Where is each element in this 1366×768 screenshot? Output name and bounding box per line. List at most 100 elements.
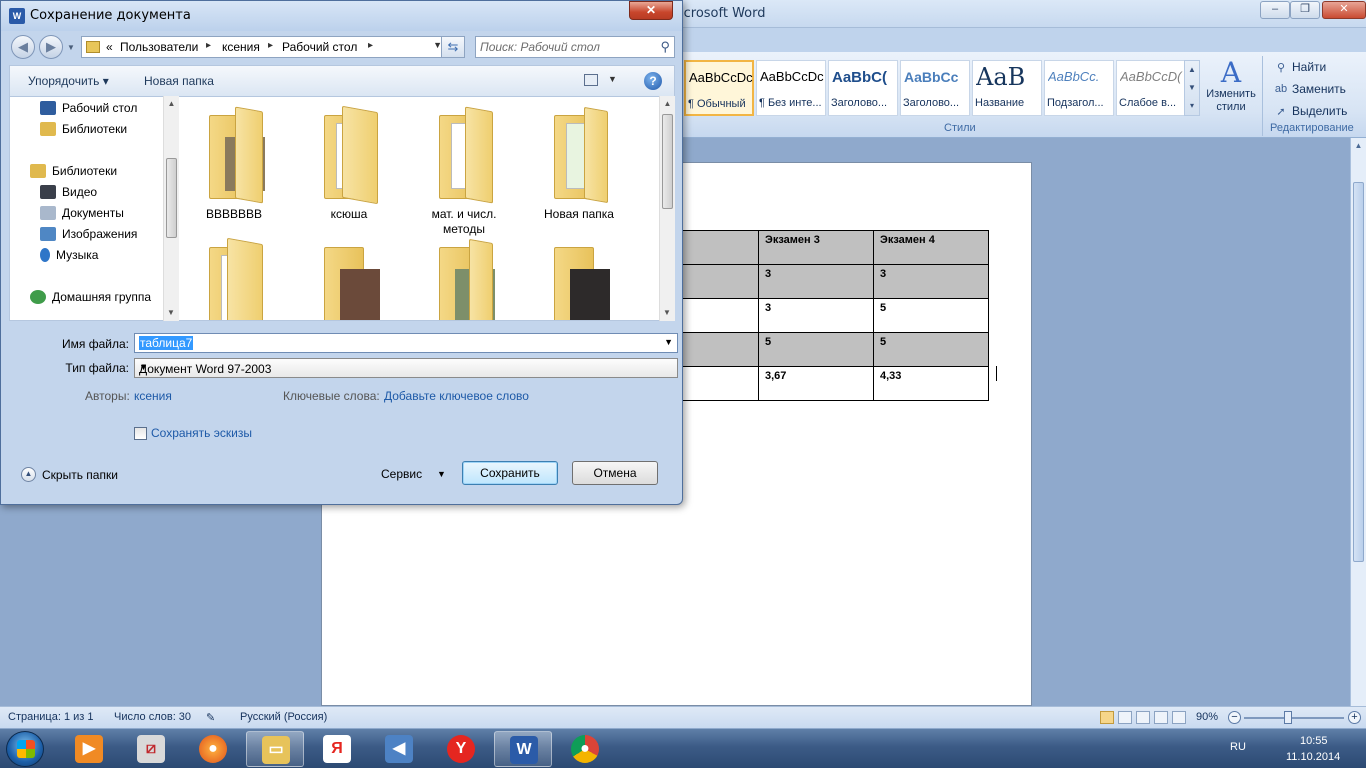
spellcheck-icon[interactable]: ✎ <box>206 711 215 724</box>
filename-field[interactable]: таблица7 ▼ <box>134 333 678 353</box>
folder-item[interactable]: BBBBBBB <box>179 101 289 241</box>
style-item-heading2[interactable]: AaBbCc Заголово... <box>900 60 970 116</box>
draft-view-icon[interactable] <box>1172 711 1186 724</box>
taskbar-app-red[interactable]: ⧄ <box>122 731 180 767</box>
back-button[interactable]: ◀ <box>11 35 35 59</box>
taskbar-word[interactable]: W <box>494 731 552 767</box>
breadcrumb-chevron-icon[interactable]: ▸ <box>268 40 273 51</box>
file-pane-scrollbar[interactable]: ▲ ▼ <box>659 96 675 321</box>
find-button[interactable]: ⚲ Найти <box>1266 56 1366 78</box>
table-cell[interactable]: 3 <box>758 298 874 333</box>
folder-item[interactable] <box>409 233 519 320</box>
replace-button[interactable]: ab Заменить <box>1266 78 1366 100</box>
print-layout-view-icon[interactable] <box>1100 711 1114 724</box>
folder-item[interactable] <box>524 233 634 320</box>
taskbar-sound[interactable]: ◀ <box>370 731 428 767</box>
styles-gallery-scroll[interactable]: ▲ ▼ ▾ <box>1184 60 1200 116</box>
breadcrumb-kseniya[interactable]: ксения <box>222 40 260 54</box>
outline-view-icon[interactable] <box>1154 711 1168 724</box>
change-styles-button[interactable]: A Изменить стили <box>1202 58 1260 122</box>
table-cell[interactable]: 5 <box>873 298 989 333</box>
nav-item-video[interactable]: Видео <box>40 183 97 201</box>
table-cell[interactable]: 5 <box>758 332 874 367</box>
style-item-subtle-emphasis[interactable]: AaBbCcD( Слабое в... <box>1116 60 1186 116</box>
taskbar-explorer[interactable]: ▭ <box>246 731 304 767</box>
scroll-up-icon[interactable]: ▲ <box>1351 138 1366 154</box>
save-thumbnails-checkbox[interactable] <box>134 427 147 440</box>
select-button[interactable]: ➚ Выделить <box>1266 100 1366 122</box>
zoom-slider-knob[interactable] <box>1284 711 1292 724</box>
word-minimize-button[interactable]: – <box>1260 1 1290 19</box>
taskbar-yandex[interactable]: Y <box>432 731 490 767</box>
breadcrumb-chevron-icon[interactable]: ▸ <box>206 40 211 51</box>
breadcrumb-desktop[interactable]: Рабочий стол <box>282 40 357 54</box>
vertical-scrollbar[interactable]: ▲ <box>1350 138 1366 706</box>
refresh-button[interactable]: ⇆ <box>441 36 465 58</box>
hide-folders-button[interactable]: ▲ Скрыть папки <box>21 467 118 482</box>
dialog-titlebar[interactable]: W Сохранение документа ✕ <box>1 1 682 31</box>
style-item-normal[interactable]: AaBbCcDc ¶ Обычный <box>684 60 754 116</box>
word-maximize-button[interactable]: ❐ <box>1290 1 1320 19</box>
clock-time[interactable]: 10:55 <box>1300 735 1328 747</box>
scroll-down-icon[interactable]: ▼ <box>660 305 674 321</box>
navigation-scrollbar[interactable]: ▲ ▼ <box>163 96 179 321</box>
clock-date[interactable]: 11.10.2014 <box>1286 751 1340 763</box>
nav-item-desktop[interactable]: Рабочий стол <box>40 99 137 117</box>
breadcrumb-overflow[interactable]: « <box>106 40 113 54</box>
tools-dropdown-icon[interactable]: ▼ <box>437 469 446 479</box>
search-icon[interactable]: ⚲ <box>660 39 670 55</box>
word-close-button[interactable]: ✕ <box>1322 1 1366 19</box>
search-box[interactable]: ⚲ <box>475 36 675 58</box>
gallery-down-icon[interactable]: ▼ <box>1185 79 1199 97</box>
folder-item[interactable] <box>179 233 289 320</box>
taskbar-media-player[interactable]: ▶ <box>60 731 118 767</box>
keywords-value[interactable]: Добавьте ключевое слово <box>384 389 529 403</box>
reading-view-icon[interactable] <box>1118 711 1132 724</box>
table-cell[interactable]: 3 <box>758 264 874 299</box>
start-button[interactable] <box>6 731 44 767</box>
tools-button[interactable]: Сервис <box>381 467 422 481</box>
zoom-slider[interactable] <box>1244 717 1344 719</box>
gallery-more-icon[interactable]: ▾ <box>1185 97 1199 115</box>
cancel-button[interactable]: Отмена <box>572 461 658 485</box>
filetype-select[interactable]: Документ Word 97-2003 ▼ <box>134 358 678 378</box>
folder-item[interactable]: Новая папка <box>524 101 634 241</box>
authors-value[interactable]: ксения <box>134 389 172 403</box>
table-cell[interactable]: 3 <box>873 264 989 299</box>
dialog-close-button[interactable]: ✕ <box>629 1 673 20</box>
scroll-thumb[interactable] <box>662 114 673 209</box>
address-bar[interactable]: « Пользователи ▸ ксения ▸ Рабочий стол ▸… <box>81 36 447 58</box>
nav-item-music[interactable]: Музыка <box>40 246 98 264</box>
style-item-title[interactable]: AaB Название <box>972 60 1042 116</box>
search-input[interactable] <box>480 39 652 55</box>
breadcrumb-chevron-icon[interactable]: ▸ <box>368 40 373 51</box>
table-cell[interactable]: Экзамен 4 <box>873 230 989 265</box>
nav-item-documents[interactable]: Документы <box>40 204 124 222</box>
table-cell[interactable]: 5 <box>873 332 989 367</box>
scroll-up-icon[interactable]: ▲ <box>164 96 179 112</box>
scroll-down-icon[interactable]: ▼ <box>164 305 178 321</box>
taskbar-yandex-browser[interactable]: Я <box>308 731 366 767</box>
zoom-in-icon[interactable]: + <box>1348 711 1361 724</box>
table-cell[interactable]: Экзамен 3 <box>758 230 874 265</box>
new-folder-button[interactable]: Новая папка <box>144 74 214 88</box>
nav-item-homegroup[interactable]: Домашняя группа <box>30 288 151 306</box>
filename-value[interactable]: таблица7 <box>139 336 194 350</box>
taskbar-firefox[interactable]: ● <box>184 731 242 767</box>
scroll-thumb[interactable] <box>1353 182 1364 562</box>
status-language[interactable]: Русский (Россия) <box>240 711 327 723</box>
language-indicator[interactable]: RU <box>1230 741 1246 753</box>
table-cell[interactable]: 4,33 <box>873 366 989 401</box>
zoom-level[interactable]: 90% <box>1196 711 1218 723</box>
style-item-subtitle[interactable]: AaBbCc. Подзагол... <box>1044 60 1114 116</box>
history-dropdown-icon[interactable]: ▼ <box>67 43 75 52</box>
help-icon[interactable]: ? <box>644 72 662 90</box>
nav-item-pictures[interactable]: Изображения <box>40 225 137 243</box>
web-view-icon[interactable] <box>1136 711 1150 724</box>
gallery-up-icon[interactable]: ▲ <box>1185 61 1199 79</box>
nav-item-libraries[interactable]: Библиотеки <box>40 120 127 138</box>
status-page[interactable]: Страница: 1 из 1 <box>8 711 94 723</box>
document-table[interactable]: мен 2 Экзамен 3 Экзамен 4 3 3 3 5 5 5 3,… <box>643 230 989 401</box>
folder-item[interactable]: мат. и числ. методы <box>409 101 519 241</box>
taskbar-chrome[interactable]: ● <box>556 731 614 767</box>
